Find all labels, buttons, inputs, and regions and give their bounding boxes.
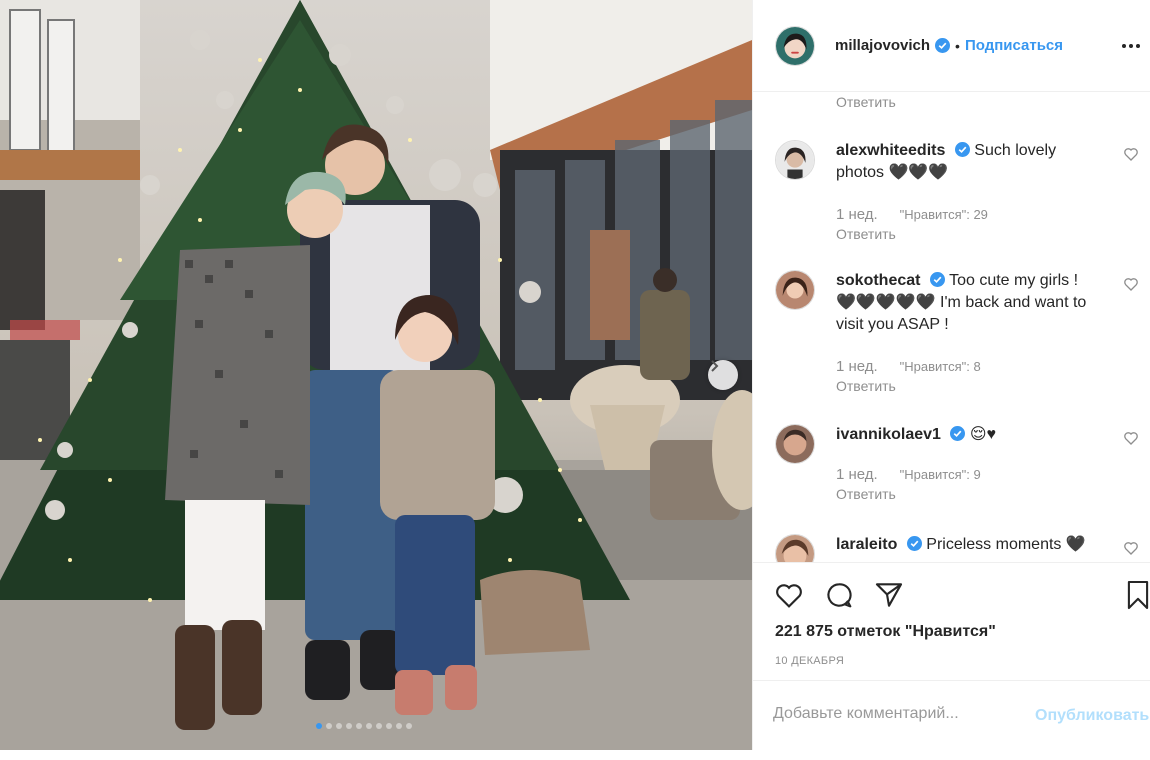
commenter-avatar[interactable] <box>775 140 815 180</box>
author-avatar[interactable] <box>775 25 815 66</box>
comment-likes[interactable]: "Нравится": 9 <box>900 467 981 482</box>
heart-outline-icon[interactable] <box>1123 540 1139 556</box>
carousel-dot <box>406 723 412 729</box>
carousel-dot <box>356 723 362 729</box>
photo-illustration <box>0 0 752 750</box>
reply-link[interactable]: Ответить <box>836 486 896 502</box>
post-date[interactable]: 10 ДЕКАБРЯ <box>775 655 844 667</box>
comment-username[interactable]: laraleito <box>836 536 897 553</box>
comment-time[interactable]: 1 нед. <box>836 206 878 223</box>
commenter-avatar[interactable] <box>775 424 815 464</box>
share-send-icon[interactable] <box>873 579 905 611</box>
comment-body: sokothecat Too cute my girls ! 🖤🖤🖤🖤🖤 I'm… <box>836 270 1100 336</box>
header-separator: • <box>955 37 960 54</box>
comment-time[interactable]: 1 нед. <box>836 466 878 483</box>
carousel-dot <box>386 723 392 729</box>
comment-meta: 1 нед. "Нравится": 9 <box>836 466 981 483</box>
carousel-indicator <box>316 723 412 729</box>
carousel-dot <box>336 723 342 729</box>
comment-body: ivannikolaev1 😌♥ <box>836 424 1100 446</box>
carousel-next-button[interactable] <box>708 360 738 390</box>
commenter-avatar[interactable] <box>775 534 815 562</box>
reply-link[interactable]: Ответить <box>836 378 896 394</box>
verified-badge-icon <box>906 536 922 551</box>
comment-body: alexwhiteedits Such lovely photos 🖤🖤🖤 <box>836 140 1100 184</box>
comment-body: laraleito Priceless moments 🖤 <box>836 534 1100 556</box>
commenter-avatar-image <box>776 425 814 463</box>
reply-link[interactable]: Ответить <box>836 226 896 242</box>
commenter-avatar-image <box>776 271 814 309</box>
comment-username[interactable]: ivannikolaev1 <box>836 426 941 443</box>
verified-badge-icon <box>950 426 966 441</box>
publish-button[interactable]: Опубликовать <box>1035 707 1149 725</box>
carousel-dot <box>366 723 372 729</box>
post-photo[interactable] <box>0 0 752 750</box>
commenter-avatar-image <box>776 535 814 562</box>
follow-button[interactable]: Подписаться <box>965 37 1063 54</box>
chevron-right-icon <box>711 360 719 372</box>
carousel-dot <box>316 723 322 729</box>
comment-likes[interactable]: "Нравится": 29 <box>900 207 988 222</box>
post-actions: 221 875 отметок "Нравится" 10 ДЕКАБРЯ <box>753 562 1150 680</box>
comment-bubble-icon[interactable] <box>823 579 855 611</box>
comment-time[interactable]: 1 нед. <box>836 358 878 375</box>
author-avatar-image <box>776 26 814 65</box>
comment-text: 😌♥ <box>969 426 997 443</box>
more-horizontal-icon[interactable] <box>1121 36 1141 56</box>
likes-count[interactable]: 221 875 отметок "Нравится" <box>775 623 996 641</box>
reply-link[interactable]: Ответить <box>836 94 896 110</box>
heart-outline-icon[interactable] <box>1123 276 1139 292</box>
comment-meta: 1 нед. "Нравится": 29 <box>836 206 988 223</box>
author-username[interactable]: millajovovich <box>835 37 930 54</box>
comment-username[interactable]: alexwhiteedits <box>836 142 945 159</box>
post-sidebar: millajovovich • Подписаться Ответить ale… <box>752 0 1150 750</box>
bookmark-icon[interactable] <box>1125 579 1150 611</box>
comment-likes[interactable]: "Нравится": 8 <box>900 359 981 374</box>
comments-list[interactable]: Ответить alexwhiteedits Such lovely phot… <box>753 92 1150 562</box>
post-header: millajovovich • Подписаться <box>753 0 1150 92</box>
verified-badge-icon <box>929 272 945 287</box>
verified-badge-icon <box>935 38 951 53</box>
comment-meta: 1 нед. "Нравится": 8 <box>836 358 981 375</box>
add-comment-bar: Опубликовать <box>753 680 1150 750</box>
carousel-dot <box>326 723 332 729</box>
commenter-avatar[interactable] <box>775 270 815 310</box>
like-heart-icon[interactable] <box>773 579 805 611</box>
heart-outline-icon[interactable] <box>1123 430 1139 446</box>
carousel-dot <box>396 723 402 729</box>
comment-username[interactable]: sokothecat <box>836 272 920 289</box>
comment-text: Priceless moments 🖤 <box>926 536 1086 553</box>
heart-outline-icon[interactable] <box>1123 146 1139 162</box>
commenter-avatar-image <box>776 141 814 179</box>
verified-badge-icon <box>954 142 970 157</box>
comment-input[interactable] <box>773 705 1013 723</box>
carousel-dot <box>376 723 382 729</box>
carousel-dot <box>346 723 352 729</box>
